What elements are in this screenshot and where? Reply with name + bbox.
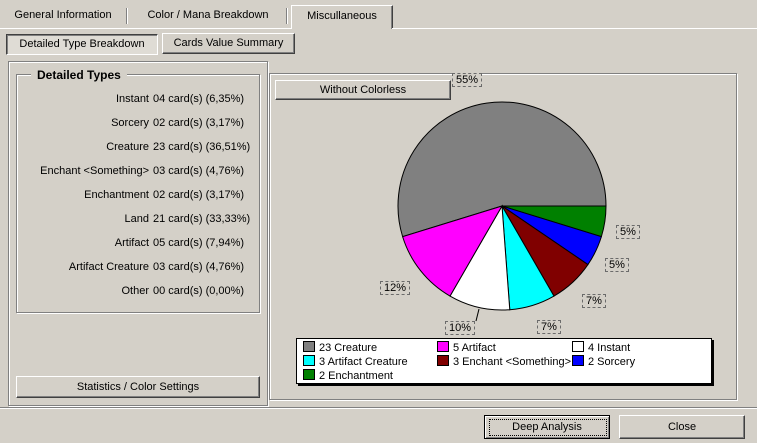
legend-item-artifact-creature: 3 Artifact Creature (303, 355, 408, 368)
chart-legend: 23 Creature 5 Artifact 4 Instant 3 Artif… (296, 338, 712, 384)
legend-item-enchantment: 2 Enchantment (303, 369, 393, 382)
footer-separator (0, 407, 757, 408)
pct-label-artifact-creature: 7% (537, 320, 561, 334)
pct-label-enchant-something: 7% (582, 294, 606, 308)
deep-analysis-button[interactable]: Deep Analysis (484, 415, 610, 439)
pct-label-enchantment: 5% (616, 225, 640, 239)
pct-label-instant: 10% (445, 321, 476, 335)
legend-item-instant: 4 Instant (572, 341, 630, 354)
legend-item-creature: 23 Creature (303, 341, 377, 354)
legend-item-sorcery: 2 Sorcery (572, 355, 635, 368)
leader-line-instant (475, 308, 480, 322)
pct-label-artifact: 12% (380, 281, 411, 295)
close-button[interactable]: Close (619, 415, 745, 439)
legend-item-artifact: 5 Artifact (437, 341, 496, 354)
pct-label-creature: 55% (452, 73, 483, 87)
pct-label-sorcery: 5% (605, 258, 629, 272)
legend-item-enchant-something: 3 Enchant <Something> (437, 355, 571, 368)
